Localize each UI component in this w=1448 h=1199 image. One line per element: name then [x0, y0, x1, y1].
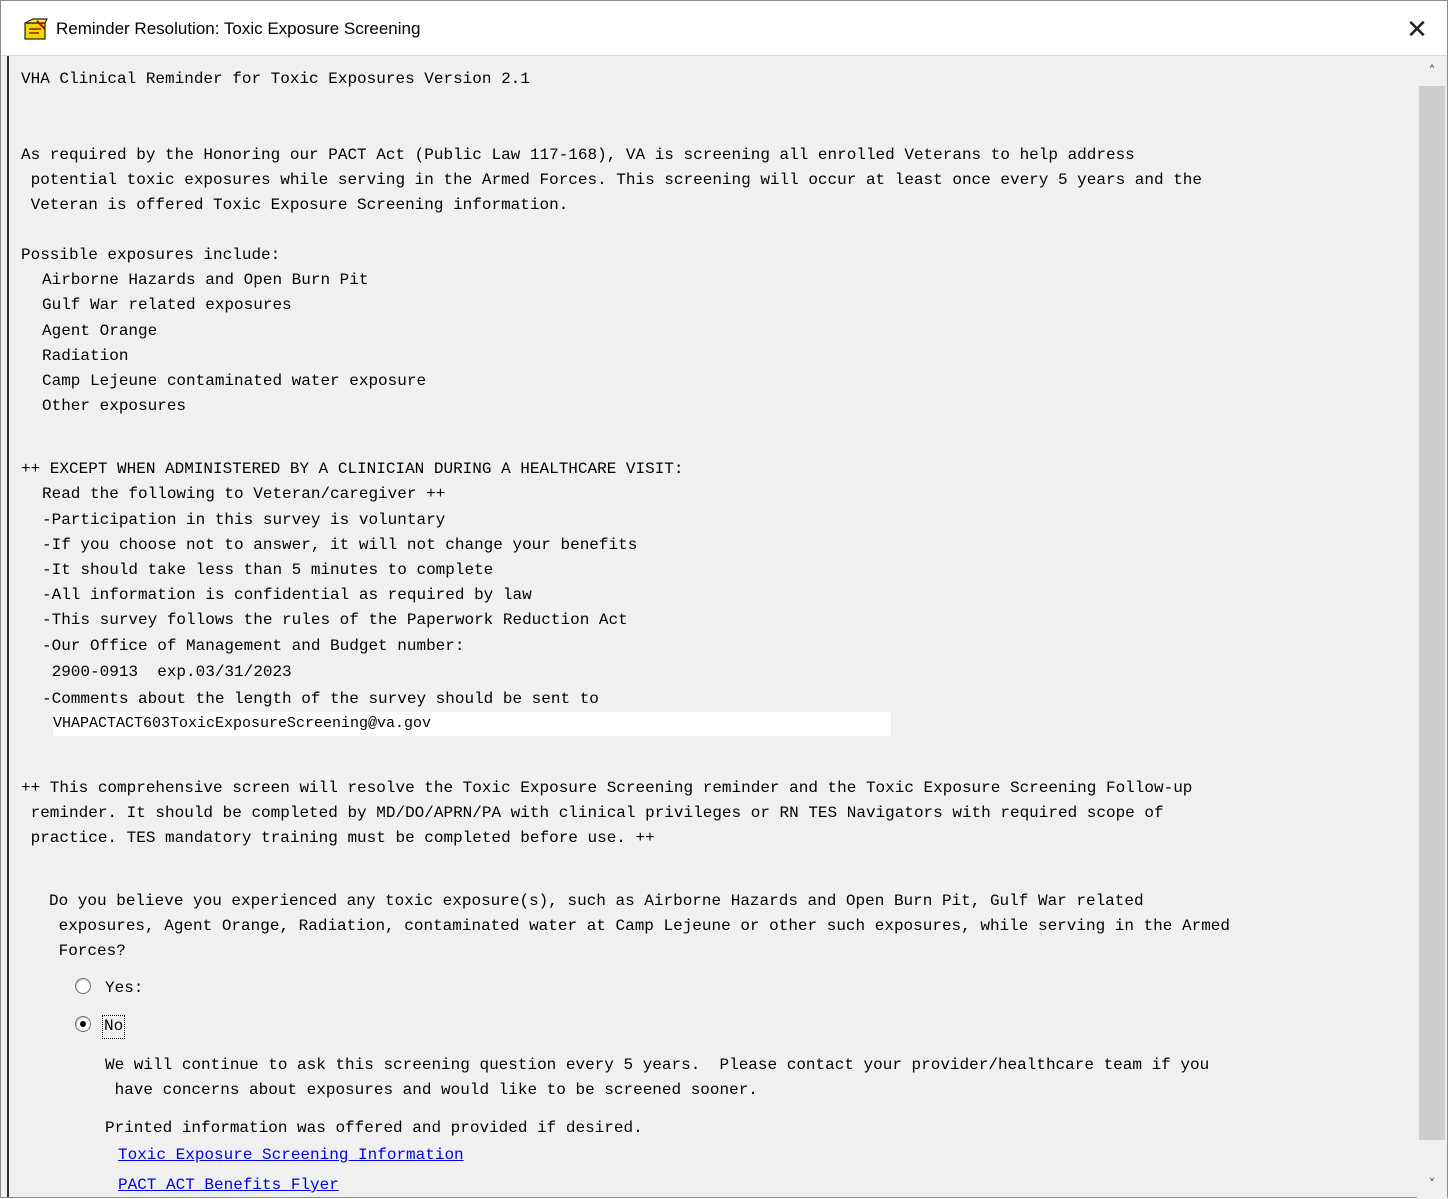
read-line: -This survey follows the rules of the Pa…: [42, 611, 628, 629]
no-label: No: [104, 1017, 124, 1035]
intro-line: As required by the Honoring our PACT Act…: [21, 146, 1135, 164]
window-title: Reminder Resolution: Toxic Exposure Scre…: [56, 19, 421, 38]
left-frame-border: [1, 56, 9, 1197]
exposure-item: Agent Orange: [42, 322, 158, 340]
question-line: Forces?: [49, 942, 126, 960]
comprehensive-line: reminder. It should be completed by MD/D…: [21, 804, 1164, 822]
yes-label[interactable]: Yes:: [105, 978, 143, 998]
read-line: -It should take less than 5 minutes to c…: [42, 561, 494, 579]
title-bar: Reminder Resolution: Toxic Exposure Scre…: [1, 1, 1447, 56]
reminder-dialog: Reminder Resolution: Toxic Exposure Scre…: [0, 0, 1448, 1199]
read-line: -If you choose not to answer, it will no…: [42, 536, 638, 554]
exposure-item: Radiation: [42, 347, 129, 365]
no-label-focus[interactable]: No: [102, 1015, 126, 1039]
exposure-item: Airborne Hazards and Open Burn Pit: [42, 271, 369, 289]
no-detail-line: have concerns about exposures and would …: [105, 1081, 758, 1099]
reminder-heading: VHA Clinical Reminder for Toxic Exposure…: [21, 70, 530, 88]
yes-radio[interactable]: [75, 978, 91, 994]
email-address: VHAPACTACT603ToxicExposureScreening@va.g…: [53, 715, 432, 732]
exposure-item: Other exposures: [42, 397, 187, 415]
read-line: -Comments about the length of the survey…: [42, 690, 599, 708]
scrollbar-thumb[interactable]: [1419, 86, 1445, 1140]
intro-line: Veteran is offered Toxic Exposure Screen…: [21, 196, 569, 214]
close-button[interactable]: ✕: [1397, 9, 1437, 49]
radio-selected-dot: [80, 1021, 86, 1027]
printed-info: Printed information was offered and prov…: [105, 1119, 643, 1137]
comprehensive-line: practice. TES mandatory training must be…: [21, 829, 655, 847]
toxic-exposure-info-link[interactable]: Toxic Exposure Screening Information: [118, 1145, 464, 1165]
omb-number: 2900-0913 exp.03/31/2023: [42, 663, 292, 681]
reminder-content: VHA Clinical Reminder for Toxic Exposure…: [9, 58, 1417, 1199]
question-line: Do you believe you experienced any toxic…: [49, 892, 1144, 910]
exposures-header: Possible exposures include:: [21, 246, 281, 264]
exposure-item: Gulf War related exposures: [42, 296, 292, 314]
read-line: -Participation in this survey is volunta…: [42, 511, 446, 529]
read-line: -All information is confidential as requ…: [42, 586, 532, 604]
read-line: Read the following to Veteran/caregiver …: [42, 485, 446, 503]
vertical-scrollbar[interactable]: ˄ ˅: [1417, 58, 1447, 1199]
intro-line: potential toxic exposures while serving …: [21, 171, 1202, 189]
reminder-app-icon: [24, 18, 48, 40]
pact-act-flyer-link[interactable]: PACT ACT Benefits Flyer: [118, 1175, 339, 1195]
no-detail-line: We will continue to ask this screening q…: [105, 1056, 1210, 1074]
chevron-down-icon[interactable]: ˅: [1417, 1171, 1447, 1199]
except-header: ++ EXCEPT WHEN ADMINISTERED BY A CLINICI…: [21, 460, 684, 478]
exposure-item: Camp Lejeune contaminated water exposure: [42, 372, 427, 390]
read-line: -Our Office of Management and Budget num…: [42, 637, 465, 655]
question-line: exposures, Agent Orange, Radiation, cont…: [49, 917, 1230, 935]
no-radio[interactable]: [75, 1016, 91, 1032]
comprehensive-line: ++ This comprehensive screen will resolv…: [21, 779, 1193, 797]
chevron-up-icon[interactable]: ˄: [1417, 58, 1447, 86]
email-field[interactable]: VHAPACTACT603ToxicExposureScreening@va.g…: [53, 712, 891, 736]
